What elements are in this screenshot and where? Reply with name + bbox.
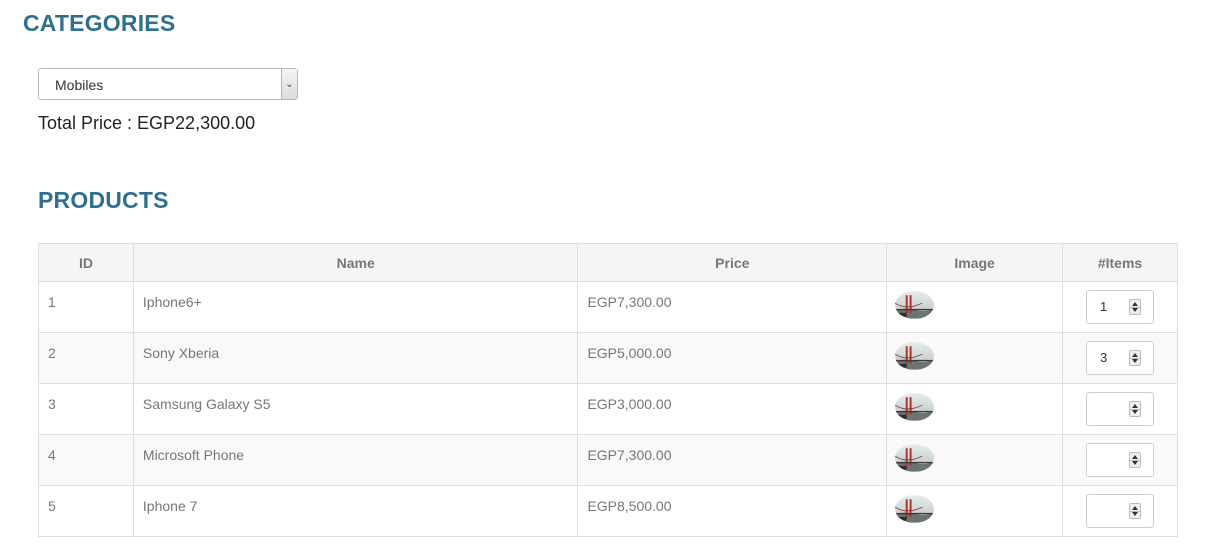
quantity-value: 1: [1100, 299, 1108, 314]
cell-id: 1: [38, 281, 134, 333]
page: CATEGORIES Mobiles ⌄ Total Price : EGP22…: [0, 0, 1212, 554]
cell-id: 2: [38, 332, 134, 384]
cell-price: EGP7,300.00: [577, 281, 888, 333]
product-image: [895, 444, 935, 472]
spinner-icon[interactable]: [1129, 503, 1141, 519]
cell-name: Iphone6+: [132, 281, 579, 333]
table-row: 2 Sony Xberia EGP5,000.00 3: [38, 332, 1178, 384]
cell-name: Samsung Galaxy S5: [132, 383, 579, 435]
cell-price: EGP5,000.00: [577, 332, 888, 384]
product-image: [895, 342, 935, 370]
cell-image: [886, 434, 1064, 486]
cell-price: EGP8,500.00: [577, 485, 888, 537]
table-row: 1 Iphone6+ EGP7,300.00 1: [38, 281, 1178, 333]
spinner-icon[interactable]: [1129, 299, 1141, 315]
cell-id: 5: [38, 485, 134, 537]
quantity-value: 3: [1100, 350, 1108, 365]
column-header-image: Image: [886, 243, 1064, 282]
cell-id: 3: [38, 383, 134, 435]
column-header-price: Price: [577, 243, 888, 282]
products-heading: PRODUCTS: [38, 187, 169, 213]
cell-name: Sony Xberia: [132, 332, 579, 384]
spinner-icon[interactable]: [1129, 350, 1141, 366]
column-header-items: #Items: [1062, 243, 1178, 282]
cell-image: [886, 383, 1064, 435]
table-row: 3 Samsung Galaxy S5 EGP3,000.00: [38, 383, 1178, 435]
chevron-down-icon[interactable]: ⌄: [281, 69, 297, 99]
cell-name: Iphone 7: [132, 485, 579, 537]
cell-image: [886, 281, 1064, 333]
spinner-down-icon[interactable]: [1132, 512, 1138, 516]
cell-image: [886, 485, 1064, 537]
table-header-row: ID Name Price Image #Items: [38, 243, 1178, 282]
cell-id: 4: [38, 434, 134, 486]
spinner-down-icon[interactable]: [1132, 359, 1138, 363]
spinner-up-icon[interactable]: [1132, 455, 1138, 459]
cell-items: [1062, 383, 1178, 435]
cell-items: [1062, 434, 1178, 486]
spinner-icon[interactable]: [1129, 401, 1141, 417]
spinner-down-icon[interactable]: [1132, 410, 1138, 414]
quantity-stepper[interactable]: 3: [1086, 341, 1154, 375]
cell-items: 3: [1062, 332, 1178, 384]
total-price: Total Price : EGP22,300.00: [38, 113, 256, 133]
cell-price: EGP7,300.00: [577, 434, 888, 486]
cell-image: [886, 332, 1064, 384]
table-row: 5 Iphone 7 EGP8,500.00: [38, 485, 1178, 537]
product-image: [895, 495, 935, 523]
products-table: ID Name Price Image #Items 1 Iphone6+ EGP7…: [38, 243, 1178, 537]
column-header-name: Name: [132, 243, 579, 282]
quantity-stepper[interactable]: [1086, 392, 1154, 426]
cell-name: Microsoft Phone: [132, 434, 579, 486]
product-image: [895, 393, 935, 421]
spinner-up-icon[interactable]: [1132, 302, 1138, 306]
quantity-stepper[interactable]: 1: [1086, 290, 1154, 324]
cell-items: [1062, 485, 1178, 537]
spinner-down-icon[interactable]: [1132, 308, 1138, 312]
column-header-id: ID: [38, 243, 134, 282]
table-row: 4 Microsoft Phone EGP7,300.00: [38, 434, 1178, 486]
spinner-icon[interactable]: [1129, 452, 1141, 468]
spinner-up-icon[interactable]: [1132, 404, 1138, 408]
category-select-value: Mobiles: [55, 77, 104, 93]
spinner-up-icon[interactable]: [1132, 353, 1138, 357]
cell-price: EGP3,000.00: [577, 383, 888, 435]
categories-heading: CATEGORIES: [23, 10, 176, 36]
spinner-down-icon[interactable]: [1132, 461, 1138, 465]
category-select[interactable]: Mobiles ⌄: [38, 68, 298, 100]
spinner-up-icon[interactable]: [1132, 506, 1138, 510]
product-image: [895, 291, 935, 319]
cell-items: 1: [1062, 281, 1178, 333]
quantity-stepper[interactable]: [1086, 494, 1154, 528]
quantity-stepper[interactable]: [1086, 443, 1154, 477]
